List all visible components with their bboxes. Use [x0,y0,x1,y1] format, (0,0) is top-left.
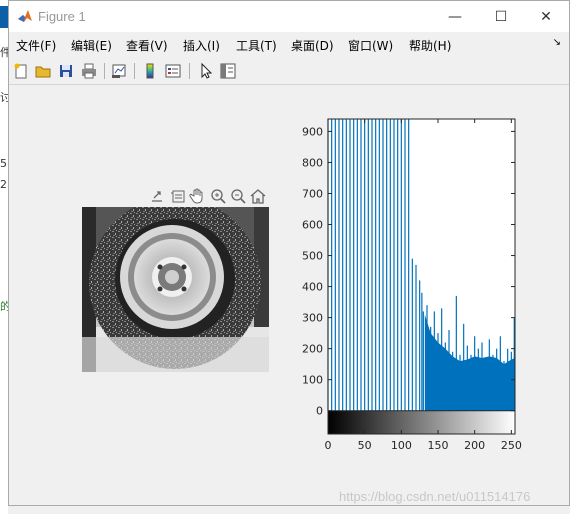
x-tick-label: 250 [501,439,522,452]
y-tick-label: 700 [302,187,323,200]
background-text: 的 [0,300,8,313]
x-tick-label: 50 [358,439,372,452]
y-tick-label: 800 [302,156,323,169]
histogram-chart: 0 100 200 300 400 500 600 700 800 900 0 50 100 150 200… [302,118,522,452]
background-app-sliver: 件 讨 5 2 的 [0,0,8,514]
background-text: 件 [0,46,8,59]
background-text: 讨 [0,91,8,104]
x-tick-label: 150 [428,439,449,452]
figure-window: Figure 1 — ☐ ✕ 文件(F) 编辑(E) 查看(V) 插入(I) 工… [8,0,570,506]
background-text: 2 [0,178,7,191]
y-tick-label: 500 [302,250,323,263]
watermark-text: https://blog.csdn.net/u011514176 [339,489,531,504]
y-tick-label: 900 [302,125,323,138]
x-tick-label: 100 [391,439,412,452]
y-tick-label: 200 [302,343,323,356]
x-tick-label: 0 [325,439,332,452]
background-titlebar [0,6,8,28]
y-tick-label: 0 [316,405,323,418]
x-tick-label: 200 [464,439,485,452]
y-tick-label: 100 [302,374,323,387]
y-tick-label: 400 [302,281,323,294]
gray-colorbar [328,410,515,434]
background-text: 5 [0,157,7,170]
background-right-edge [570,0,576,514]
y-tick-label: 600 [302,219,323,232]
y-tick-label: 300 [302,312,323,325]
